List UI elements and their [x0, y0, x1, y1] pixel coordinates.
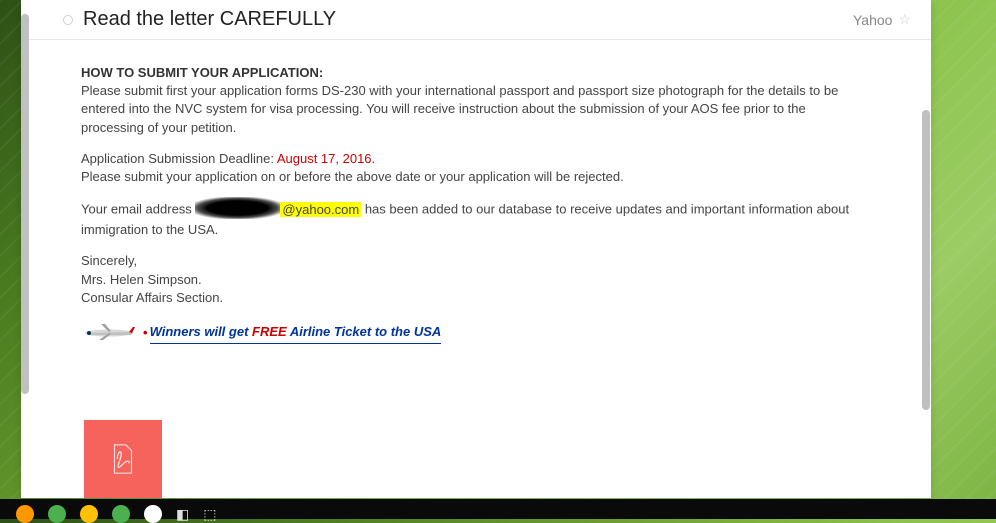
redacted-email: [195, 197, 280, 219]
sincerely: Sincerely,: [81, 253, 137, 268]
scrollbar-right[interactable]: [922, 110, 930, 410]
star-icon[interactable]: ☆: [898, 11, 911, 28]
taskbar-icon-2[interactable]: ⬚: [203, 506, 216, 523]
email-body: HOW TO SUBMIT YOUR APPLICATION: Please s…: [21, 40, 931, 359]
taskbar-app-1[interactable]: [16, 505, 34, 523]
application-heading: HOW TO SUBMIT YOUR APPLICATION:: [81, 65, 323, 80]
taskbar-app-2[interactable]: [48, 505, 66, 523]
email-line-prefix: Your email address: [81, 202, 195, 217]
email-header: Read the letter CAREFULLY Yahoo ☆: [21, 0, 931, 40]
taskbar-app-4[interactable]: [112, 505, 130, 523]
taskbar-icon-1[interactable]: ◧: [176, 506, 189, 523]
sender-label: Yahoo: [853, 12, 892, 28]
airplane-icon: [81, 320, 139, 347]
taskbar: ◧ ⬚: [0, 499, 996, 519]
email-domain-highlight: @yahoo.com: [280, 202, 361, 217]
pdf-icon: [106, 442, 140, 476]
email-subject: Read the letter CAREFULLY: [83, 8, 853, 31]
deadline-label: Application Submission Deadline:: [81, 151, 277, 166]
signer-title: Consular Affairs Section.: [81, 290, 223, 305]
bullet-dot: •: [143, 324, 148, 342]
pdf-attachment[interactable]: [84, 420, 162, 498]
taskbar-app-3[interactable]: [80, 505, 98, 523]
read-status-dot[interactable]: [63, 15, 73, 25]
taskbar-app-5[interactable]: [144, 505, 162, 523]
intro-text: Please submit first your application for…: [81, 83, 838, 134]
email-window: Read the letter CAREFULLY Yahoo ☆ HOW TO…: [21, 0, 931, 498]
deadline-note: Please submit your application on or bef…: [81, 169, 624, 184]
deadline-date: August 17, 2016.: [277, 151, 375, 166]
winners-banner: • Winners will get FREE Airline Ticket t…: [81, 320, 871, 347]
signer-name: Mrs. Helen Simpson.: [81, 272, 202, 287]
winners-text[interactable]: Winners will get FREE Airline Ticket to …: [150, 323, 442, 343]
scrollbar-left[interactable]: [21, 14, 29, 394]
